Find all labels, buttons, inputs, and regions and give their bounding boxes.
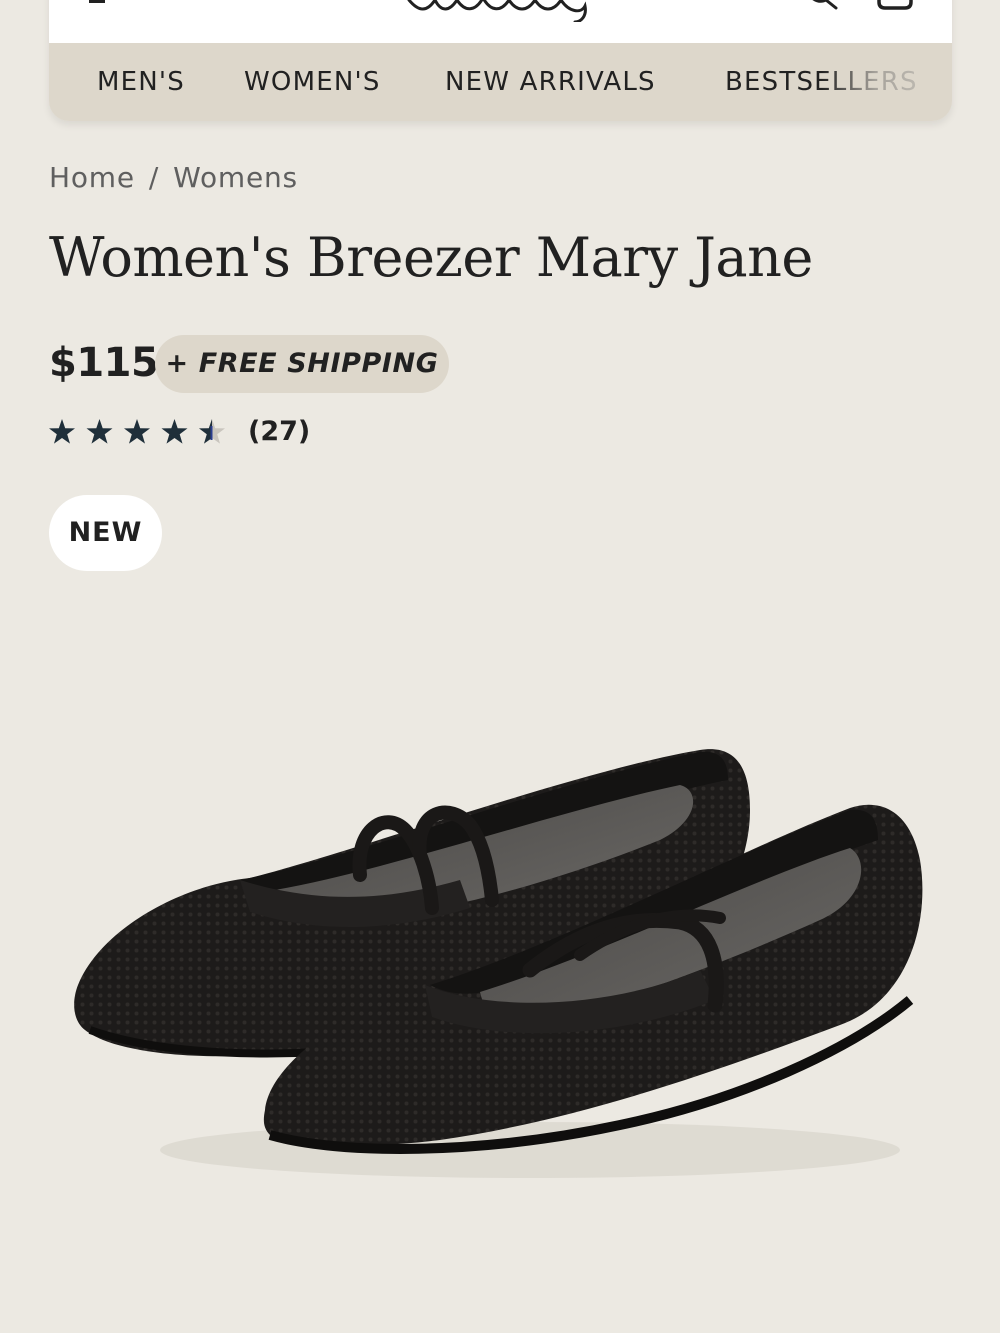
hamburger-menu-icon[interactable]: [89, 0, 107, 4]
brand-logo[interactable]: [405, 0, 595, 22]
site-header: MEN'S WOMEN'S NEW ARRIVALS BESTSELLERS: [49, 0, 952, 121]
star-icon: [161, 419, 188, 444]
product-title: Women's Breezer Mary Jane: [49, 226, 813, 289]
nav-item-bestsellers[interactable]: BESTSELLERS: [725, 67, 918, 97]
search-icon[interactable]: [804, 0, 838, 10]
breadcrumb-womens-link[interactable]: Womens: [173, 161, 298, 194]
breadcrumb-separator: /: [148, 161, 160, 194]
product-price: $115: [49, 340, 159, 386]
star-icon: [124, 419, 150, 444]
nav-item-womens[interactable]: WOMEN'S: [244, 67, 381, 97]
new-badge: NEW: [49, 495, 162, 571]
half-star-icon: [199, 419, 225, 444]
review-count[interactable]: (27): [248, 416, 310, 447]
breadcrumb-home-link[interactable]: Home: [49, 161, 135, 194]
star-icon: [86, 419, 113, 444]
product-image[interactable]: [60, 730, 940, 1210]
nav-item-new-arrivals[interactable]: NEW ARRIVALS: [445, 67, 656, 97]
cart-icon[interactable]: [875, 0, 915, 12]
nav-item-mens[interactable]: MEN'S: [97, 67, 185, 97]
breadcrumb: Home / Womens: [49, 161, 298, 194]
rating-stars: [49, 419, 225, 444]
star-icon: [49, 419, 75, 444]
free-shipping-badge: + FREE SHIPPING: [155, 335, 449, 393]
category-nav: MEN'S WOMEN'S NEW ARRIVALS BESTSELLERS: [49, 43, 952, 121]
top-bar: [49, 0, 952, 43]
